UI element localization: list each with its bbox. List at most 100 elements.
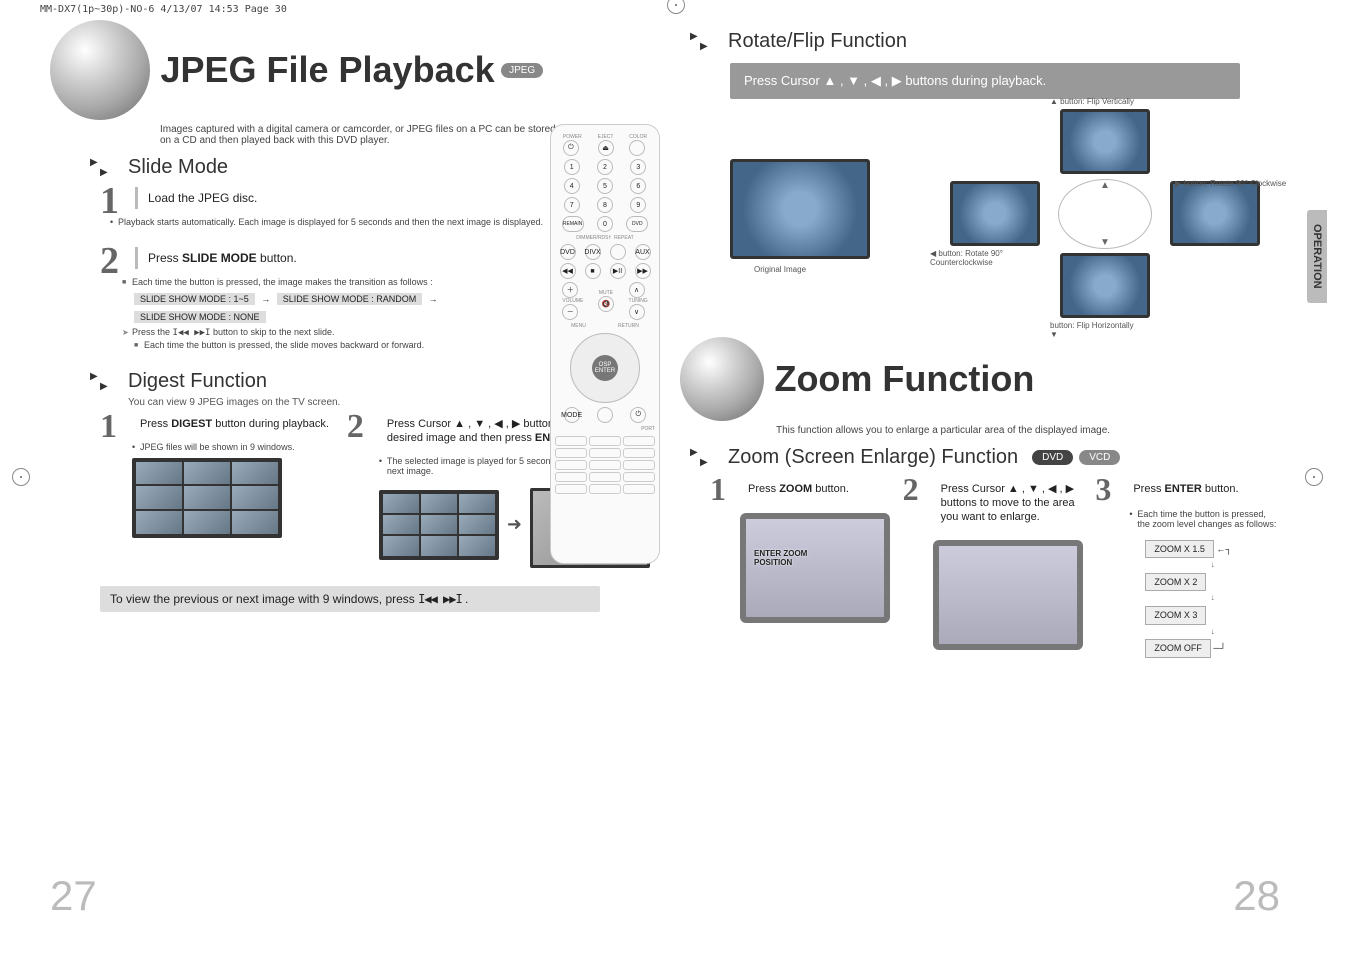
step-number: 3 xyxy=(1095,471,1111,508)
step-number: 1 xyxy=(100,408,117,446)
section-heading: Digest Function xyxy=(128,370,267,393)
cursor-arrows: ▲ , ▼ , ◀ , ▶ xyxy=(1008,483,1074,495)
remote-dpad: OSP ENTER xyxy=(570,333,640,403)
play-pause-icon: ▶II xyxy=(610,263,626,279)
note-zoom-level: Each time the button is pressed, the zoo… xyxy=(1129,509,1280,529)
jpeg-badge: JPEG xyxy=(501,63,543,78)
tv-frame-enter-zoom: ENTER ZOOMPOSITION xyxy=(740,513,890,623)
text: Press xyxy=(1133,483,1164,495)
mode-button: MODE xyxy=(564,407,580,423)
remote-label: COLOR xyxy=(629,134,647,140)
port-button: ⏻ xyxy=(630,407,646,423)
section-arrows-icon xyxy=(690,31,720,53)
arrow-icon: → xyxy=(261,294,270,304)
arrow-icon: ➜ xyxy=(507,514,522,535)
text: Press Cursor xyxy=(941,483,1008,495)
caption-flip-horizontal: button: Flip Horizontally ▼ xyxy=(1050,321,1170,339)
text: button: Flip Vertically xyxy=(1058,97,1134,106)
text: button during playback. xyxy=(212,418,329,430)
text: buttons during playback. xyxy=(902,73,1047,88)
repeat-button xyxy=(610,244,626,260)
digest-step-1: 1 Press DIGEST button during playback. J… xyxy=(100,412,337,568)
page-title: JPEG File Playback xyxy=(160,49,494,91)
digit-7: 7 xyxy=(564,197,580,213)
text: To view the previous or next image with … xyxy=(110,592,418,606)
step-number: 2 xyxy=(100,239,119,283)
rotate-cw-image xyxy=(1170,181,1260,246)
divx-icon: DIVX xyxy=(585,244,601,260)
up-arrow-icon: ▲ xyxy=(1050,97,1058,106)
remote-label: RETURN xyxy=(618,323,639,329)
text: button. xyxy=(812,483,849,495)
step-text: Press Cursor ▲ , ▼ , ◀ , ▶ buttons to mo… xyxy=(933,477,1088,530)
caption-rotate-cw: ▶ button: Rotate 90° Clockwise xyxy=(1175,179,1295,188)
page-left: JPEG File Playback JPEG Images captured … xyxy=(50,20,650,920)
zoom-step-2: 2 Press Cursor ▲ , ▼ , ◀ , ▶ buttons to … xyxy=(903,475,1088,659)
digest-label: DIGEST xyxy=(171,418,212,430)
skip-glyph-icon: I◀◀ ▶▶I xyxy=(418,592,462,606)
digit-1: 1 xyxy=(564,159,580,175)
tuning-down-icon: ∨ xyxy=(629,304,645,320)
remote-control-illustration: POWER⏻ EJECT⏏ COLOR 123 456 789 REMAIN0D… xyxy=(550,124,660,564)
step-text: Press ZOOM button. xyxy=(740,477,895,503)
mode-strip: SLIDE SHOW MODE : 1~5 xyxy=(134,293,255,305)
section-heading: Zoom (Screen Enlarge) Function xyxy=(728,446,1018,469)
text: Press Cursor xyxy=(744,73,823,88)
remote-label: VOLUME xyxy=(562,298,583,304)
title-row-zoom: Zoom Function xyxy=(680,337,1280,421)
mode-strip: SLIDE SHOW MODE : NONE xyxy=(134,311,266,323)
dvd-badge: DVD xyxy=(1032,450,1073,465)
nine-window-preview xyxy=(132,458,337,538)
volume-down-icon: － xyxy=(562,304,578,320)
section-heading: Rotate/Flip Function xyxy=(728,30,907,53)
thumbnail-grid xyxy=(132,458,282,538)
remote-label: DIMMER/RDS† REPEAT xyxy=(555,235,655,241)
tuning-up-icon: ∧ xyxy=(629,282,645,298)
section-tab: OPERATION xyxy=(1307,210,1327,303)
title-sphere-icon xyxy=(680,337,764,421)
digit-2: 2 xyxy=(597,159,613,175)
down-arrow-icon: ▼ xyxy=(1050,330,1058,339)
zoom-level: ZOOM X 1.5 xyxy=(1145,540,1214,558)
note-9-windows: JPEG files will be shown in 9 windows. xyxy=(132,442,337,452)
text: . xyxy=(462,592,469,606)
caption-rotate-ccw: ◀ button: Rotate 90° Counterclockwise xyxy=(930,249,1050,267)
section-arrows-icon xyxy=(90,157,120,179)
step-number: 1 xyxy=(710,471,726,508)
digit-4: 4 xyxy=(564,178,580,194)
stop-icon: ■ xyxy=(585,263,601,279)
arrow-icon: → xyxy=(429,294,438,304)
zoom-level: ZOOM X 2 xyxy=(1145,573,1206,591)
rotate-diagram: Original Image ▲ button: Flip Vertically… xyxy=(730,109,1280,319)
step-number: 2 xyxy=(347,408,364,446)
registration-mark xyxy=(1305,468,1323,486)
dvd-button: DVD xyxy=(626,216,648,232)
digit-5: 5 xyxy=(597,178,613,194)
remote-label: PORT xyxy=(555,426,655,432)
section-arrows-icon xyxy=(90,371,120,393)
flip-horizontal-image xyxy=(1060,253,1150,318)
page-number: 27 xyxy=(50,872,97,920)
skip-glyph-icon: I◀◀ ▶▶I xyxy=(173,328,211,338)
step-bar xyxy=(135,247,138,269)
color-button xyxy=(629,140,645,156)
eject-icon: ⏏ xyxy=(598,140,614,156)
remain-button: REMAIN xyxy=(562,216,584,232)
title-row: JPEG File Playback JPEG xyxy=(50,20,650,120)
step-bar xyxy=(135,187,138,209)
mode-strip: SLIDE SHOW MODE : RANDOM xyxy=(277,293,423,305)
tv-frame-move-cursor xyxy=(933,540,1083,650)
text: button: Rotate 90° Clockwise xyxy=(1181,179,1286,188)
next-icon: ▶▶ xyxy=(635,263,651,279)
caption-flip-vertical: ▲ button: Flip Vertically xyxy=(1050,97,1170,106)
flip-vertical-image xyxy=(1060,109,1150,174)
zoom-label: ZOOM xyxy=(779,483,812,495)
text: buttons to move to the area you want to … xyxy=(941,497,1075,523)
text: Press xyxy=(748,483,779,495)
title-sphere-icon xyxy=(50,20,150,120)
step-number: 2 xyxy=(903,471,919,508)
text: Press xyxy=(140,418,171,430)
page-right: Rotate/Flip Function Press Cursor ▲ , ▼ … xyxy=(680,20,1280,920)
title-description: This function allows you to enlarge a pa… xyxy=(776,425,1176,436)
original-image xyxy=(730,159,870,259)
